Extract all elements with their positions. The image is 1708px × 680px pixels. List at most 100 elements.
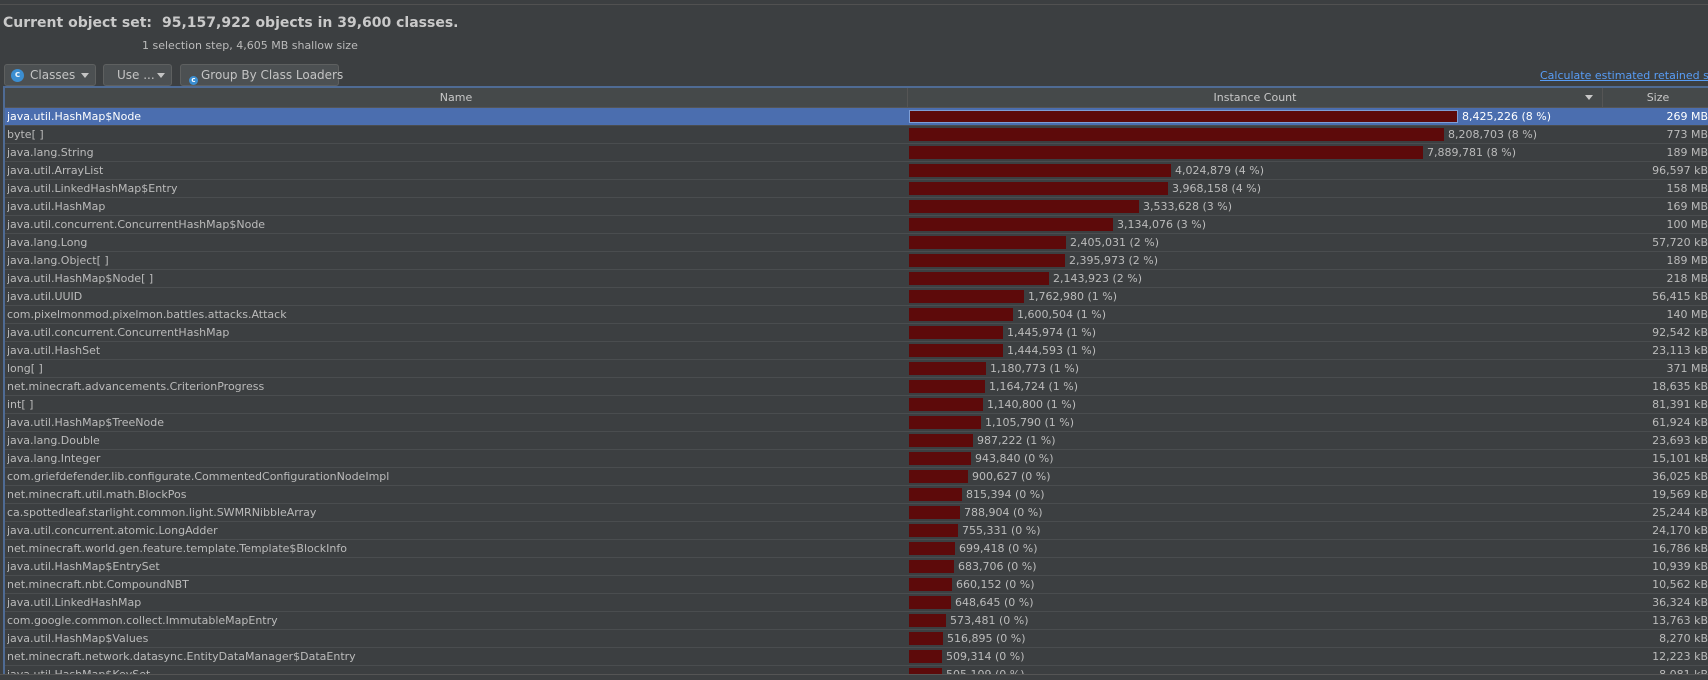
total-row	[0, 674, 1708, 680]
table-row[interactable]: java.util.UUID 1,762,980 (1 %) 56,415 kB	[5, 288, 1708, 306]
table-row[interactable]: net.minecraft.util.math.BlockPos 815,394 …	[5, 486, 1708, 504]
classes-table: Name Instance Count Size java.util.HashM…	[3, 86, 1708, 679]
instance-count-cell: 1,164,724 (1 %)	[909, 378, 1601, 395]
shallow-size-cell: 18,635 kB	[1652, 380, 1708, 393]
class-name-cell: java.util.HashMap$EntrySet	[7, 560, 160, 573]
use-dropdown-label: Use ...	[117, 68, 155, 82]
use-dropdown[interactable]: Use ...	[103, 64, 172, 86]
class-name-cell: com.pixelmonmod.pixelmon.battles.attacks…	[7, 308, 287, 321]
table-row[interactable]: long[ ] 1,180,773 (1 %) 371 MB	[5, 360, 1708, 378]
instance-count-cell: 3,134,076 (3 %)	[909, 216, 1601, 233]
table-row[interactable]: net.minecraft.nbt.CompoundNBT 660,152 (0 …	[5, 576, 1708, 594]
instance-count-cell: 7,889,781 (8 %)	[909, 144, 1601, 161]
table-row[interactable]: java.lang.Integer 943,840 (0 %) 15,101 kB	[5, 450, 1708, 468]
table-row[interactable]: byte[ ] 8,208,703 (8 %) 773 MB	[5, 126, 1708, 144]
table-row[interactable]: java.lang.String 7,889,781 (8 %) 189 MB	[5, 144, 1708, 162]
shallow-size-cell: 8,270 kB	[1659, 632, 1708, 645]
instance-count-label: 683,706 (0 %)	[958, 560, 1037, 573]
class-name-cell: java.util.HashMap$TreeNode	[7, 416, 164, 429]
class-name-cell: java.util.HashSet	[7, 344, 101, 357]
table-row[interactable]: int[ ] 1,140,800 (1 %) 81,391 kB	[5, 396, 1708, 414]
table-row[interactable]: java.util.concurrent.ConcurrentHashMap 1,…	[5, 324, 1708, 342]
shallow-size-cell: 19,569 kB	[1652, 488, 1708, 501]
table-row[interactable]: java.util.HashMap$Values 516,895 (0 %) 8,2…	[5, 630, 1708, 648]
table-row[interactable]: java.util.LinkedHashMap 648,645 (0 %) 36,3…	[5, 594, 1708, 612]
instance-count-label: 1,105,790 (1 %)	[985, 416, 1075, 429]
table-row[interactable]: java.lang.Long 2,405,031 (2 %) 57,720 kB	[5, 234, 1708, 252]
class-name-cell: long[ ]	[7, 362, 43, 375]
table-row[interactable]: java.util.ArrayList 4,024,879 (4 %) 96,597…	[5, 162, 1708, 180]
shallow-size-cell: 36,025 kB	[1652, 470, 1708, 483]
table-row[interactable]: java.lang.Object[ ] 2,395,973 (2 %) 189 MB	[5, 252, 1708, 270]
shallow-size-cell: 12,223 kB	[1652, 650, 1708, 663]
instance-count-cell: 1,445,974 (1 %)	[909, 324, 1601, 341]
class-name-cell: java.util.UUID	[7, 290, 83, 303]
table-row[interactable]: java.util.HashMap$EntrySet 683,706 (0 %) 1…	[5, 558, 1708, 576]
column-header-name[interactable]: Name	[5, 88, 908, 107]
table-row[interactable]: java.util.HashMap$Node[ ] 2,143,923 (2 %)…	[5, 270, 1708, 288]
instance-count-label: 1,444,593 (1 %)	[1007, 344, 1097, 357]
group-by-class-loaders-button[interactable]: c Group By Class Loaders	[180, 64, 343, 86]
shallow-size-cell: 100 MB	[1666, 218, 1708, 231]
table-row[interactable]: net.minecraft.world.gen.feature.template…	[5, 540, 1708, 558]
table-row[interactable]: com.griefdefender.lib.configurate.Commen…	[5, 468, 1708, 486]
table-row[interactable]: net.minecraft.advancements.CriterionProg…	[5, 378, 1708, 396]
shallow-size-cell: 56,415 kB	[1652, 290, 1708, 303]
table-row[interactable]: java.util.concurrent.ConcurrentHashMap$N…	[5, 216, 1708, 234]
table-row[interactable]: java.util.HashMap 3,533,628 (3 %) 169 MB	[5, 198, 1708, 216]
table-row[interactable]: net.minecraft.network.datasync.EntityDat…	[5, 648, 1708, 666]
column-header-instance-count[interactable]: Instance Count	[908, 88, 1603, 107]
table-row[interactable]: com.google.common.collect.ImmutableMapEn…	[5, 612, 1708, 630]
class-name-cell: java.util.concurrent.atomic.LongAdder	[7, 524, 218, 537]
instance-count-cell: 8,425,226 (8 %)	[909, 108, 1601, 125]
table-row[interactable]: java.util.HashMap$TreeNode 1,105,790 (1 %…	[5, 414, 1708, 432]
table-row[interactable]: java.util.HashSet 1,444,593 (1 %) 23,113 k…	[5, 342, 1708, 360]
table-row[interactable]: ca.spottedleaf.starlight.common.light.SW…	[5, 504, 1708, 522]
instance-count-bar	[909, 416, 981, 429]
class-name-cell: java.util.HashMap$Node	[7, 110, 142, 123]
column-header-size[interactable]: Size	[1603, 88, 1708, 107]
shallow-size-cell: 25,244 kB	[1652, 506, 1708, 519]
table-row[interactable]: java.util.concurrent.atomic.LongAdder 755…	[5, 522, 1708, 540]
instance-count-cell: 1,105,790 (1 %)	[909, 414, 1601, 431]
shallow-size-cell: 140 MB	[1666, 308, 1708, 321]
instance-count-bar	[909, 182, 1168, 195]
table-row[interactable]: com.pixelmonmod.pixelmon.battles.attacks…	[5, 306, 1708, 324]
class-name-cell: java.util.HashMap	[7, 200, 106, 213]
instance-count-bar	[909, 650, 942, 663]
class-name-cell: java.lang.Object[ ]	[7, 254, 109, 267]
class-name-cell: java.util.concurrent.ConcurrentHashMap$N…	[7, 218, 266, 231]
instance-count-bar	[909, 200, 1139, 213]
instance-count-label: 900,627 (0 %)	[972, 470, 1051, 483]
instance-count-label: 3,134,076 (3 %)	[1117, 218, 1207, 231]
table-body: java.util.HashMap$Node 8,425,226 (8 %) 269…	[5, 108, 1708, 679]
instance-count-cell: 900,627 (0 %)	[909, 468, 1601, 485]
chevron-down-icon	[157, 72, 165, 78]
instance-count-cell: 1,600,504 (1 %)	[909, 306, 1601, 323]
table-row[interactable]: java.util.HashMap$Node 8,425,226 (8 %) 269…	[5, 108, 1708, 126]
calculate-retained-sizes-link[interactable]: Calculate estimated retained sizes	[1540, 69, 1708, 82]
class-name-cell: java.lang.Long	[7, 236, 88, 249]
shallow-size-cell: 189 MB	[1666, 146, 1708, 159]
classes-dropdown[interactable]: c Classes	[4, 64, 96, 86]
instance-count-bar	[909, 614, 946, 627]
summary-value: 95,157,922 objects in 39,600 classes.	[162, 15, 459, 31]
shallow-size-cell: 23,113 kB	[1652, 344, 1708, 357]
instance-count-bar	[909, 146, 1423, 159]
class-name-cell: com.google.common.collect.ImmutableMapEn…	[7, 614, 278, 627]
shallow-size-cell: 24,170 kB	[1652, 524, 1708, 537]
instance-count-cell: 1,140,800 (1 %)	[909, 396, 1601, 413]
instance-count-bar	[909, 524, 958, 537]
table-row[interactable]: java.util.LinkedHashMap$Entry 3,968,158 (…	[5, 180, 1708, 198]
instance-count-label: 1,164,724 (1 %)	[989, 380, 1079, 393]
chevron-down-icon	[81, 72, 89, 78]
table-row[interactable]: java.lang.Double 987,222 (1 %) 23,693 kB	[5, 432, 1708, 450]
shallow-size-cell: 61,924 kB	[1652, 416, 1708, 429]
instance-count-bar	[909, 236, 1066, 249]
instance-count-cell: 648,645 (0 %)	[909, 594, 1601, 611]
class-name-cell: java.util.concurrent.ConcurrentHashMap	[7, 326, 230, 339]
instance-count-cell: 8,208,703 (8 %)	[909, 126, 1601, 143]
shallow-size-cell: 57,720 kB	[1652, 236, 1708, 249]
classes-dropdown-label: Classes	[30, 68, 76, 82]
instance-count-label: 755,331 (0 %)	[962, 524, 1041, 537]
